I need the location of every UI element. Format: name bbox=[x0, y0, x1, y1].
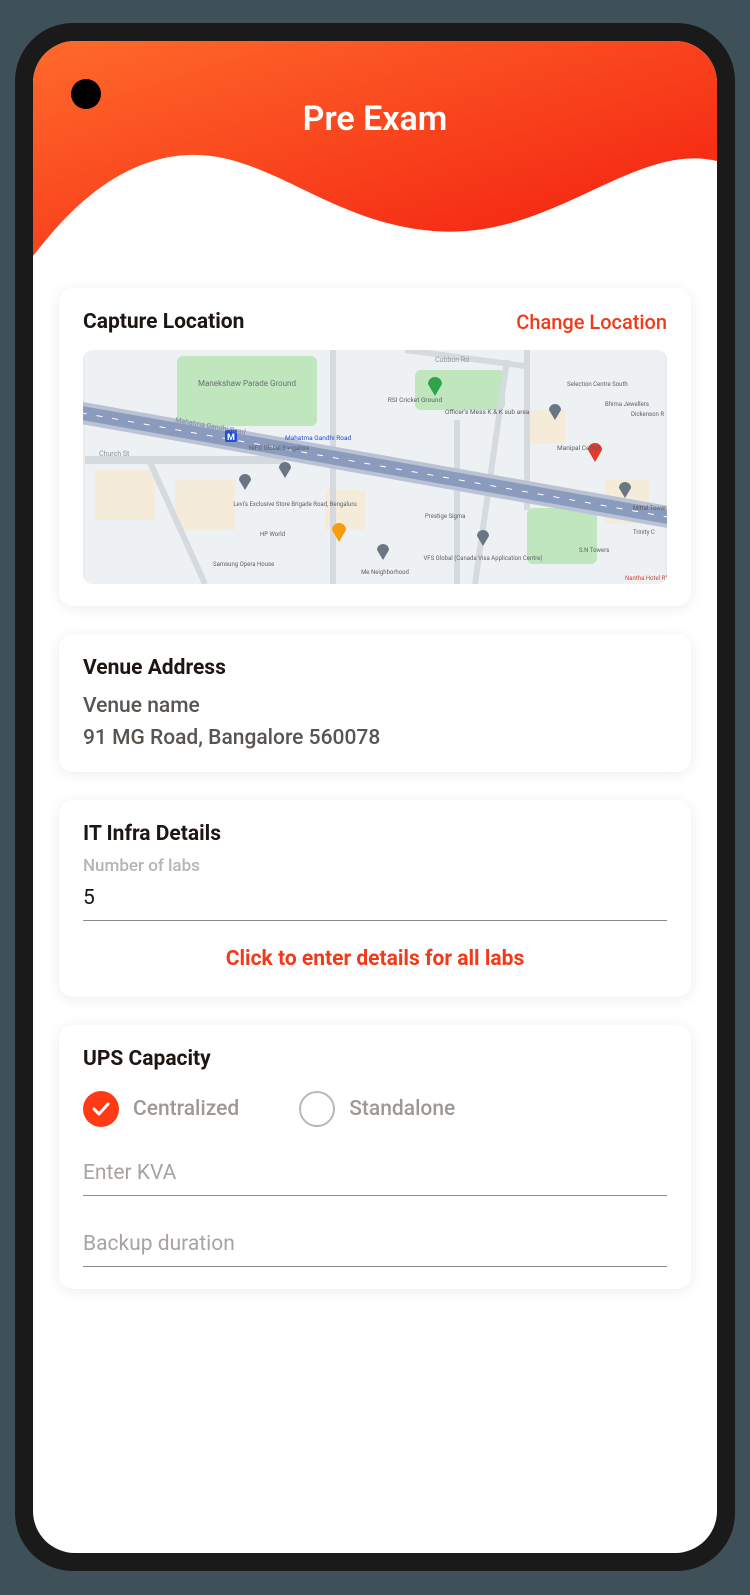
svg-text:Officer's Mess K & K sub area: Officer's Mess K & K sub area bbox=[445, 408, 530, 416]
svg-text:Dickenson R: Dickenson R bbox=[631, 411, 664, 418]
svg-text:Mahatma Gandhi Road: Mahatma Gandhi Road bbox=[285, 434, 352, 442]
ups-option-standalone[interactable]: Standalone bbox=[299, 1091, 455, 1127]
svg-text:Selection Centre South: Selection Centre South bbox=[567, 381, 628, 388]
svg-text:Mittal Tower: Mittal Tower bbox=[633, 505, 666, 512]
venue-name: Venue name bbox=[83, 694, 667, 718]
kva-input[interactable] bbox=[83, 1155, 667, 1196]
svg-text:Manipal Center: Manipal Center bbox=[557, 444, 602, 452]
radio-unchecked-icon bbox=[299, 1091, 335, 1127]
phone-frame: Pre Exam Capture Location Change Locatio… bbox=[15, 23, 735, 1571]
ups-capacity-card: UPS Capacity Centralized Standalone bbox=[59, 1025, 691, 1289]
venue-address-title: Venue Address bbox=[83, 656, 667, 680]
svg-text:RSI Cricket Ground: RSI Cricket Ground bbox=[388, 396, 443, 404]
svg-text:Me Neighborhood: Me Neighborhood bbox=[361, 569, 409, 576]
labs-label: Number of labs bbox=[83, 856, 667, 876]
enter-labs-details-link[interactable]: Click to enter details for all labs bbox=[83, 947, 667, 971]
svg-text:Cubbon Rd: Cubbon Rd bbox=[435, 356, 469, 364]
svg-text:Bhima Jewellers: Bhima Jewellers bbox=[605, 401, 649, 408]
venue-address-text: 91 MG Road, Bangalore 560078 bbox=[83, 726, 667, 750]
capture-location-card: Capture Location Change Location bbox=[59, 288, 691, 606]
radio-checked-icon bbox=[83, 1091, 119, 1127]
ups-title: UPS Capacity bbox=[83, 1047, 667, 1071]
svg-text:Prestige Sigma: Prestige Sigma bbox=[425, 513, 465, 520]
backup-duration-input[interactable] bbox=[83, 1226, 667, 1267]
centralized-label: Centralized bbox=[133, 1097, 239, 1121]
capture-location-title: Capture Location bbox=[83, 310, 244, 334]
svg-text:Church St: Church St bbox=[99, 450, 130, 458]
svg-text:Nantha Hotel Rf: Nantha Hotel Rf bbox=[625, 575, 667, 582]
svg-text:Trinity C: Trinity C bbox=[633, 529, 655, 536]
it-infra-title: IT Infra Details bbox=[83, 822, 667, 846]
svg-text:VFS Global (Canada Visa Applic: VFS Global (Canada Visa Application Cent… bbox=[423, 555, 542, 562]
svg-text:NIFD Global Bangalore: NIFD Global Bangalore bbox=[249, 445, 309, 452]
page-title: Pre Exam bbox=[33, 99, 717, 139]
svg-text:Samsung Opera House: Samsung Opera House bbox=[213, 561, 274, 568]
labs-input[interactable] bbox=[83, 880, 667, 921]
svg-text:HP World: HP World bbox=[260, 531, 285, 538]
location-map[interactable]: M Manekshaw Parade Ground Mahatma Gandhi… bbox=[83, 350, 667, 584]
header-wave bbox=[33, 41, 717, 276]
camera-hole bbox=[71, 79, 101, 109]
it-infra-card: IT Infra Details Number of labs Click to… bbox=[59, 800, 691, 997]
phone-screen: Pre Exam Capture Location Change Locatio… bbox=[33, 41, 717, 1553]
ups-option-centralized[interactable]: Centralized bbox=[83, 1091, 239, 1127]
change-location-link[interactable]: Change Location bbox=[516, 310, 667, 334]
svg-text:M: M bbox=[227, 433, 235, 443]
content-area: Capture Location Change Location bbox=[33, 276, 717, 1553]
svg-text:S.N Towers: S.N Towers bbox=[579, 547, 609, 554]
svg-text:Manekshaw Parade Ground: Manekshaw Parade Ground bbox=[198, 379, 296, 388]
svg-text:Levi's Exclusive Store Brigade: Levi's Exclusive Store Brigade Road, Ben… bbox=[233, 501, 356, 508]
standalone-label: Standalone bbox=[349, 1097, 455, 1121]
venue-address-card: Venue Address Venue name 91 MG Road, Ban… bbox=[59, 634, 691, 772]
